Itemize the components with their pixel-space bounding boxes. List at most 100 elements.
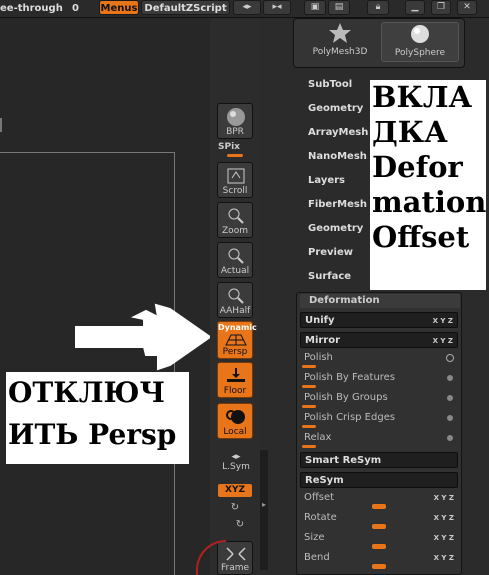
mirror-button[interactable]: Mirror X Y Z <box>300 332 458 348</box>
xyz-label: XYZ <box>225 485 245 495</box>
see-through-label[interactable]: ee-through <box>0 1 65 16</box>
xyz-button[interactable]: XYZ <box>218 484 252 497</box>
menu-geometry[interactable]: Geometry <box>308 101 363 117</box>
bend-knob[interactable] <box>372 564 386 569</box>
offset-slider[interactable]: Offset X Y Z <box>300 491 458 509</box>
annotation-disable-persp: ОТКЛЮЧ ИТЬ Persp <box>6 372 189 464</box>
size-knob[interactable] <box>372 544 386 549</box>
spix-label: SPix <box>218 142 240 152</box>
scroll-left-icon[interactable]: ◂▸ <box>233 0 261 15</box>
polish-crisp-edges-label: Polish Crisp Edges <box>304 412 396 423</box>
dynamic-label: Dynamic <box>218 323 257 332</box>
aahalf-magnifier-icon <box>228 288 244 304</box>
unify-button[interactable]: Unify X Y Z <box>300 312 458 328</box>
scroll-hand-icon <box>227 168 245 184</box>
floor-icon <box>227 368 245 382</box>
persp-button[interactable]: Dynamic Persp <box>217 321 257 359</box>
zoom-magnifier-icon <box>228 208 244 224</box>
polish-by-groups-slider[interactable]: Polish By Groups <box>300 391 458 409</box>
restore-icon[interactable]: ❐ <box>431 0 451 15</box>
rotate-slider[interactable]: Rotate X Y Z <box>300 511 458 529</box>
frame-icon <box>226 547 246 561</box>
menu-nanomesh[interactable]: NanoMesh <box>308 149 367 165</box>
minimize-icon[interactable]: ▁ <box>405 0 425 15</box>
smart-resym-label: Smart ReSym <box>305 455 382 466</box>
polish-slider[interactable]: Polish <box>300 351 458 369</box>
offset-knob[interactable] <box>372 504 386 509</box>
menu-preview[interactable]: Preview <box>308 245 353 261</box>
floor-label: Floor <box>223 386 247 396</box>
relax-dot-icon[interactable] <box>447 435 453 441</box>
see-through-value[interactable]: 0 <box>72 1 82 16</box>
aahalf-button[interactable]: AAHalf <box>217 282 253 318</box>
menu-subtool[interactable]: SubTool <box>308 77 352 93</box>
size-slider[interactable]: Size X Y Z <box>300 531 458 549</box>
polish-crisp-edges-track <box>302 425 316 428</box>
polymesh3d-label: PolyMesh3D <box>312 47 368 57</box>
relax-slider[interactable]: Relax <box>300 431 458 449</box>
menu-surface[interactable]: Surface <box>308 269 351 285</box>
mirror-label: Mirror <box>305 335 341 346</box>
polish-crisp-edges-slider[interactable]: Polish Crisp Edges <box>300 411 458 429</box>
menu-fibermesh[interactable]: FiberMesh <box>308 197 367 213</box>
lsym-arrows-icon: ◂▸ <box>231 452 241 462</box>
smart-resym-button[interactable]: Smart ReSym <box>300 452 458 468</box>
polysphere-icon <box>411 25 429 43</box>
menu-layers[interactable]: Layers <box>308 173 345 189</box>
menus-button[interactable]: Menus <box>99 0 139 15</box>
unify-xyz[interactable]: X Y Z <box>433 313 453 329</box>
size-xyz[interactable]: X Y Z <box>434 531 454 545</box>
lock-icon[interactable]: 🔒︎ <box>367 0 389 15</box>
bpr-button[interactable]: BPR <box>217 103 253 139</box>
rotate-knob[interactable] <box>372 524 386 529</box>
bend-xyz[interactable]: X Y Z <box>434 551 454 565</box>
offset-xyz[interactable]: X Y Z <box>434 491 454 505</box>
polish-by-groups-dot-icon[interactable] <box>447 395 453 401</box>
rotate-label: Rotate <box>304 512 337 523</box>
resym-button[interactable]: ReSym <box>300 472 458 488</box>
scroll-button[interactable]: Scroll <box>217 162 253 198</box>
annotation-right-line1: ВКЛА <box>372 80 473 114</box>
polysphere-thumbnail[interactable]: PolySphere <box>381 22 459 62</box>
polish-by-groups-label: Polish By Groups <box>304 392 388 403</box>
mirror-xyz[interactable]: X Y Z <box>433 333 453 349</box>
annotation-right-line5: Offset <box>372 220 470 254</box>
unify-label: Unify <box>305 315 335 326</box>
deformation-title[interactable]: Deformation <box>300 294 460 308</box>
scroll-right-icon[interactable]: ▸◂ <box>263 0 291 15</box>
polish-by-features-dot-icon[interactable] <box>447 375 453 381</box>
default-zscript-button[interactable]: DefaultZScript <box>141 0 230 15</box>
lsym-button[interactable]: ◂▸ L.Sym <box>218 452 254 474</box>
rotate-xyz[interactable]: X Y Z <box>434 511 454 525</box>
polish-by-features-slider[interactable]: Polish By Features <box>300 371 458 389</box>
close-icon[interactable]: ✕ <box>457 0 477 15</box>
floor-button[interactable]: Floor <box>217 362 253 398</box>
lsym-label: L.Sym <box>222 462 250 472</box>
arrow-pointer-icon <box>75 303 210 371</box>
menu-geometry-hd[interactable]: Geometry <box>308 221 363 237</box>
persp-grid-icon <box>225 334 247 346</box>
polish-toggle-icon[interactable] <box>446 354 454 362</box>
rotate-y-icon[interactable]: ↻ <box>228 502 242 516</box>
rotate-z-icon[interactable]: ↻ <box>233 519 247 533</box>
layout-icon[interactable]: ▣ <box>304 0 326 15</box>
zoom-button[interactable]: Zoom <box>217 202 253 238</box>
polish-label: Polish <box>304 352 333 363</box>
polish-crisp-edges-dot-icon[interactable] <box>447 415 453 421</box>
actual-button[interactable]: Actual <box>217 242 253 278</box>
spix-slider[interactable] <box>227 154 243 157</box>
offset-label: Offset <box>304 492 335 503</box>
local-button[interactable]: Local <box>217 403 253 439</box>
persp-label: Persp <box>222 347 248 357</box>
aahalf-label: AAHalf <box>219 306 251 316</box>
bend-label: Bend <box>304 552 330 563</box>
bpr-sphere-icon <box>227 108 245 126</box>
layout-alt-icon[interactable]: ▤ <box>328 0 350 15</box>
relax-track <box>302 445 316 448</box>
annotation-deformation-tab: ВКЛА ДКА Defor mation Offset <box>370 80 486 290</box>
polymesh3d-thumbnail[interactable]: PolyMesh3D <box>301 22 379 62</box>
canvas-edge-marker <box>0 118 4 132</box>
annotation-left-line2: ИТЬ Persp <box>8 418 177 451</box>
bend-slider[interactable]: Bend X Y Z <box>300 551 458 569</box>
menu-arraymesh[interactable]: ArrayMesh <box>308 125 368 141</box>
